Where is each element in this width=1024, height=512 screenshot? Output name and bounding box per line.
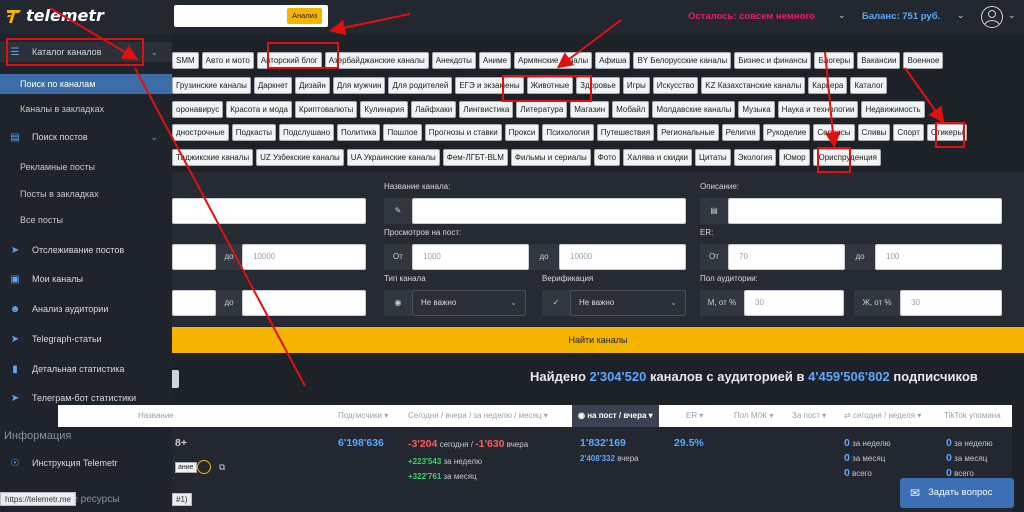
annotation-arrow — [556, 19, 622, 69]
annotation-arrow-group — [49, 7, 945, 387]
annotation-arrow — [904, 67, 945, 124]
annotation-arrows — [49, 7, 945, 387]
annotation-arrow — [49, 7, 139, 61]
annotation-arrow — [134, 67, 306, 387]
annotation-arrow — [329, 13, 411, 36]
annotation-arrow — [824, 51, 841, 148]
